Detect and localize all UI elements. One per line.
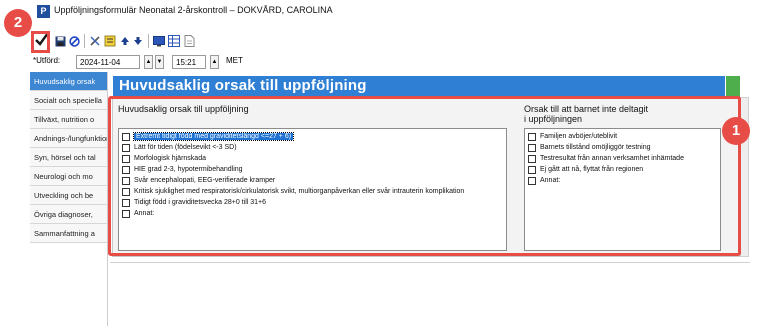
window-title: Uppföljningsformulär Neonatal 2-årskontr… <box>54 5 333 15</box>
app-icon: P <box>37 5 50 18</box>
section-header: Huvudsaklig orsak till uppföljning <box>113 76 725 97</box>
sidebar-item-syn-horsel[interactable]: Syn, hörsel och tal <box>30 148 107 167</box>
title-bar: P Uppföljningsformulär Neonatal 2-årskon… <box>0 0 781 22</box>
sidebar-item-ovriga-diagnoser[interactable]: Övriga diagnoser, <box>30 205 107 224</box>
date-field[interactable]: 2024-11-04 <box>76 55 140 69</box>
sidebar-item-andning[interactable]: Andnings-/lungfunktion <box>30 129 107 148</box>
highlight-box-form <box>108 96 741 256</box>
met-label: MET <box>226 56 243 65</box>
section-sidebar: Huvudsaklig orsak Socialt och speciella … <box>30 72 108 326</box>
grid-icon[interactable] <box>167 34 181 48</box>
arrow-down-icon[interactable] <box>131 34 145 48</box>
sidebar-item-socialt[interactable]: Socialt och speciella <box>30 91 107 110</box>
sidebar-item-tillvaxt[interactable]: Tillväxt, nutrition o <box>30 110 107 129</box>
sidebar-item-huvudsaklig-orsak[interactable]: Huvudsaklig orsak <box>30 72 107 91</box>
time-field[interactable]: 15:21 <box>172 55 206 69</box>
date-label: *Utförd: <box>33 56 61 65</box>
time-spin-icon[interactable]: ▲ <box>210 55 219 69</box>
arrow-up-icon[interactable] <box>118 34 132 48</box>
monitor-icon[interactable] <box>152 34 166 48</box>
toolbar <box>30 22 781 52</box>
sidebar-item-utveckling[interactable]: Utveckling och be <box>30 186 107 205</box>
sidebar-item-neurologi[interactable]: Neurologi och mo <box>30 167 107 186</box>
document-icon[interactable] <box>182 34 196 48</box>
highlight-box-checkmark <box>31 31 50 53</box>
toolbar-separator <box>148 34 149 48</box>
status-indicator <box>726 76 740 97</box>
toolbar-separator <box>84 34 85 48</box>
callout-marker-1: 1 <box>722 117 750 145</box>
date-spin-up-icon[interactable]: ▲ <box>144 55 153 69</box>
save-icon[interactable] <box>53 34 67 48</box>
date-time-row: *Utförd: 2024-11-04 ▲ ▼ 15:21 ▲ MET <box>30 55 781 71</box>
callout-marker-2: 2 <box>4 9 32 37</box>
cancel-icon[interactable] <box>67 34 81 48</box>
notes-icon[interactable] <box>103 34 117 48</box>
sidebar-item-sammanfattning[interactable]: Sammanfattning a <box>30 224 107 243</box>
date-dropdown-icon[interactable]: ▼ <box>155 55 164 69</box>
tools-icon[interactable] <box>88 34 102 48</box>
divider <box>110 262 750 263</box>
